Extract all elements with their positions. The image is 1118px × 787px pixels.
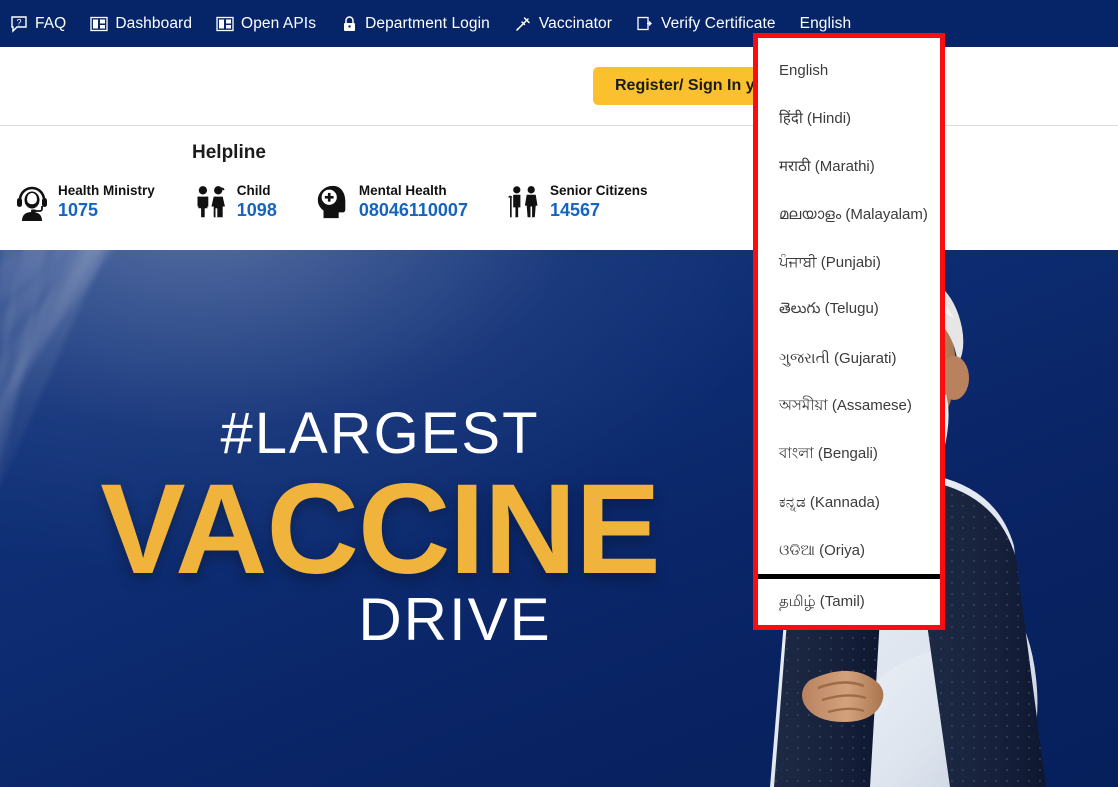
helpline-section: Helpline Health Ministry 1075 Child 1098… [0, 127, 1118, 250]
language-option-bengali[interactable]: বাংলা (Bengali) [758, 430, 940, 478]
nav-label-department-login: Department Login [365, 14, 490, 32]
nav-item-language-selector[interactable]: English [800, 15, 864, 33]
nav-label-dashboard: Dashboard [115, 14, 193, 32]
headset-support-icon [14, 182, 50, 222]
language-dropdown-menu[interactable]: English हिंदी (Hindi) मराठी (Marathi) മല… [753, 33, 945, 630]
banner-text-block: #LARGEST VACCINE DRIVE [0, 250, 760, 650]
helpline-item-child[interactable]: Child 1098 [193, 182, 277, 222]
helpline-items: Health Ministry 1075 Child 1098 Mental H… [14, 182, 685, 222]
certificate-icon [636, 15, 654, 33]
nav-label-language: English [799, 14, 852, 32]
helpline-text-child: Child 1098 [237, 183, 277, 221]
open-apis-icon [216, 15, 234, 33]
nav-item-faq[interactable]: ? FAQ [10, 15, 78, 33]
helpline-label-health-ministry: Health Ministry [58, 183, 155, 198]
children-icon [193, 182, 229, 222]
nav-item-vaccinator[interactable]: Vaccinator [514, 15, 624, 33]
nav-item-dashboard[interactable]: Dashboard [90, 15, 204, 33]
faq-question-icon: ? [10, 15, 28, 33]
helpline-label-senior-citizens: Senior Citizens [549, 183, 648, 198]
language-option-kannada[interactable]: ಕನ್ನಡ (Kannada) [758, 478, 940, 526]
helpline-label-child: Child [236, 183, 271, 198]
helpline-number-senior-citizens: 14567 [549, 200, 601, 220]
helpline-text-senior-citizens: Senior Citizens 14567 [550, 183, 648, 221]
top-navigation-bar: ? FAQ Dashboard Open APIs Department Log… [0, 0, 1118, 47]
helpline-number-mental-health: 08046110007 [358, 200, 468, 220]
nav-label-verify-certificate: Verify Certificate [660, 14, 776, 32]
helpline-number-child: 1098 [236, 200, 277, 220]
language-option-marathi[interactable]: मराठी (Marathi) [758, 142, 940, 190]
helpline-item-senior-citizens[interactable]: Senior Citizens 14567 [506, 182, 648, 222]
senior-citizens-icon [506, 182, 542, 222]
language-option-oriya[interactable]: ଓଡିଆ (Oriya) [758, 526, 940, 574]
lock-icon [340, 15, 358, 33]
language-option-english[interactable]: English [758, 46, 940, 94]
dashboard-grid-icon [90, 15, 108, 33]
language-dropdown-list[interactable]: English हिंदी (Hindi) मराठी (Marathi) മല… [758, 38, 940, 625]
language-option-telugu[interactable]: తెలుగు (Telugu) [758, 286, 940, 334]
syringe-icon [514, 15, 532, 33]
nav-label-vaccinator: Vaccinator [538, 14, 612, 32]
helpline-label-mental-health: Mental Health [358, 183, 447, 198]
language-option-punjabi[interactable]: ਪੰਜਾਬੀ (Punjabi) [758, 238, 940, 286]
helpline-text-mental-health: Mental Health 08046110007 [359, 183, 468, 221]
helpline-text-health-ministry: Health Ministry 1075 [58, 183, 155, 221]
mental-health-head-icon [315, 182, 351, 222]
helpline-item-health-ministry[interactable]: Health Ministry 1075 [14, 182, 155, 222]
helpline-title: Helpline [192, 142, 266, 163]
language-option-tamil[interactable]: தமிழ் (Tamil) [758, 574, 940, 625]
svg-text:?: ? [16, 17, 21, 27]
helpline-item-mental-health[interactable]: Mental Health 08046110007 [315, 182, 468, 222]
banner-line-largest: #LARGEST [220, 401, 540, 466]
language-option-malayalam[interactable]: മലയാളം (Malayalam) [758, 190, 940, 238]
nav-label-open-apis: Open APIs [241, 14, 317, 32]
nav-item-department-login[interactable]: Department Login [340, 15, 502, 33]
nav-item-verify-certificate[interactable]: Verify Certificate [636, 15, 788, 33]
language-option-assamese[interactable]: অসমীয়া (Assamese) [758, 382, 940, 430]
language-option-gujarati[interactable]: ગુજરાતી (Gujarati) [758, 334, 940, 382]
header-strip: Register/ Sign In yourself [0, 47, 1118, 126]
language-option-hindi[interactable]: हिंदी (Hindi) [758, 94, 940, 142]
page-root: ? FAQ Dashboard Open APIs Department Log… [0, 0, 1118, 787]
nav-item-open-apis[interactable]: Open APIs [216, 15, 328, 33]
helpline-number-health-ministry: 1075 [58, 200, 99, 220]
banner-line-vaccine: VACCINE [100, 458, 661, 601]
nav-label-faq: FAQ [35, 14, 67, 32]
hero-banner: #LARGEST VACCINE DRIVE [0, 250, 1118, 787]
